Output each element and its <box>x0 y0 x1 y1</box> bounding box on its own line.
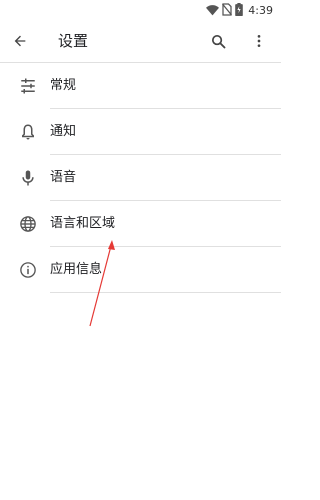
bell-icon <box>16 120 40 144</box>
settings-item-label: 通知 <box>50 124 77 139</box>
info-icon <box>16 258 40 282</box>
more-vert-icon[interactable] <box>247 29 271 53</box>
wifi-icon <box>206 1 220 20</box>
settings-item-label: 语言和区域 <box>50 216 116 231</box>
settings-item-label: 应用信息 <box>50 262 103 277</box>
settings-item-app-info[interactable]: 应用信息 <box>0 247 281 293</box>
settings-item-label: 语音 <box>50 170 77 185</box>
settings-item-voice[interactable]: 语音 <box>0 155 281 201</box>
status-bar: 4:39 <box>0 0 281 20</box>
tune-icon <box>16 74 40 98</box>
settings-item-label: 常规 <box>50 78 77 93</box>
settings-list: 常规 通知 语音 语言和区域 应用信息 <box>0 63 281 293</box>
row-divider <box>50 292 281 293</box>
battery-icon <box>235 1 244 20</box>
arrow-back-icon[interactable] <box>8 29 32 53</box>
search-icon[interactable] <box>206 29 230 53</box>
settings-item-language-region[interactable]: 语言和区域 <box>0 201 281 247</box>
no-sim-icon <box>222 1 233 20</box>
status-time: 4:39 <box>248 3 273 17</box>
microphone-icon <box>16 166 40 190</box>
status-icons: 4:39 <box>206 2 273 18</box>
app-bar: 设置 <box>0 20 281 62</box>
page-title: 设置 <box>58 32 89 50</box>
settings-item-general[interactable]: 常规 <box>0 63 281 109</box>
globe-icon <box>16 212 40 236</box>
settings-item-notifications[interactable]: 通知 <box>0 109 281 155</box>
